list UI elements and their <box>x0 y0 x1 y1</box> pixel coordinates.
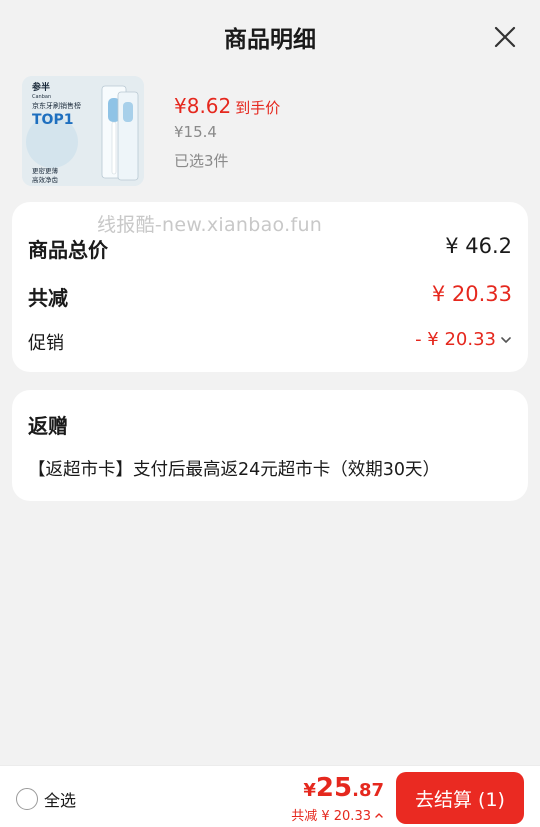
detail-sheet: 商品明细 参半 Canban 京东牙刷销售榜 TOP1 更密更薄 高效净齿 ¥8… <box>0 0 540 827</box>
total-integer: 25 <box>315 773 353 803</box>
original-price: ¥15.4 <box>174 123 217 141</box>
total-amount: ¥25.87 <box>291 774 384 805</box>
product-image[interactable]: 参半 Canban 京东牙刷销售榜 TOP1 更密更薄 高效净齿 <box>22 76 144 186</box>
promo-row: 促销 - ¥ 20.33 <box>28 329 512 359</box>
watermark: 线报酷-new.xianbao.fun <box>97 214 323 236</box>
product-rank-line: 京东牙刷销售榜 <box>32 101 81 110</box>
checkout-button[interactable]: 去结算 (1) <box>396 772 524 824</box>
total-price-row: 商品总价 ¥ 46.2 <box>28 234 512 264</box>
promo-value: - ¥ 20.33 <box>415 329 496 350</box>
sheet-header: 商品明细 <box>0 0 540 74</box>
total-currency: ¥ <box>303 780 316 801</box>
product-brand: 参半 <box>32 81 50 93</box>
total-discount-text: 共减 ¥ 20.33 <box>291 809 371 824</box>
product-badge: TOP1 <box>32 112 73 128</box>
select-all-label: 全选 <box>44 791 77 810</box>
selected-count: 已选3件 <box>174 152 229 170</box>
gift-title: 返赠 <box>28 414 68 438</box>
discount-value: ¥ 20.33 <box>431 282 512 306</box>
promo-label: 促销 <box>28 333 64 354</box>
product-slogan-1: 更密更薄 <box>32 166 59 175</box>
chevron-up-icon <box>375 812 383 818</box>
price-summary-card: 线报酷-new.xianbao.fun 商品总价 ¥ 46.2 共减 ¥ 20.… <box>12 202 528 372</box>
discount-row: 共减 ¥ 20.33 <box>28 282 512 312</box>
select-all-toggle[interactable]: 全选 <box>16 787 76 811</box>
product-row: 参半 Canban 京东牙刷销售榜 TOP1 更密更薄 高效净齿 ¥8.62 到手… <box>22 76 522 188</box>
gift-card: 返赠 【返超市卡】支付后最高返24元超市卡（效期30天） <box>12 390 528 501</box>
close-button[interactable] <box>492 24 518 50</box>
total-discount-toggle[interactable]: 共减 ¥ 20.33 <box>291 805 384 824</box>
page-title: 商品明细 <box>224 27 316 53</box>
total-price-value: ¥ 46.2 <box>445 234 512 258</box>
close-icon <box>494 26 516 48</box>
product-slogan-2: 高效净齿 <box>32 175 59 184</box>
product-brand-en: Canban <box>32 94 51 100</box>
promo-value-toggle[interactable]: - ¥ 20.33 <box>415 329 512 350</box>
price-tag: 到手价 <box>235 99 281 117</box>
product-price-row: ¥8.62 到手价 <box>174 94 280 118</box>
total-price-label: 商品总价 <box>28 238 108 262</box>
discount-label: 共减 <box>28 286 68 310</box>
total-decimal: .87 <box>352 780 384 801</box>
order-total: ¥25.87 共减 ¥ 20.33 <box>291 774 384 824</box>
select-all-radio[interactable] <box>16 788 38 810</box>
gift-description: 【返超市卡】支付后最高返24元超市卡（效期30天） <box>28 460 441 480</box>
bottom-bar: 全选 ¥25.87 共减 ¥ 20.33 去结算 (1) <box>0 765 540 827</box>
chevron-down-icon <box>501 336 511 343</box>
product-price: ¥8.62 <box>174 94 232 118</box>
